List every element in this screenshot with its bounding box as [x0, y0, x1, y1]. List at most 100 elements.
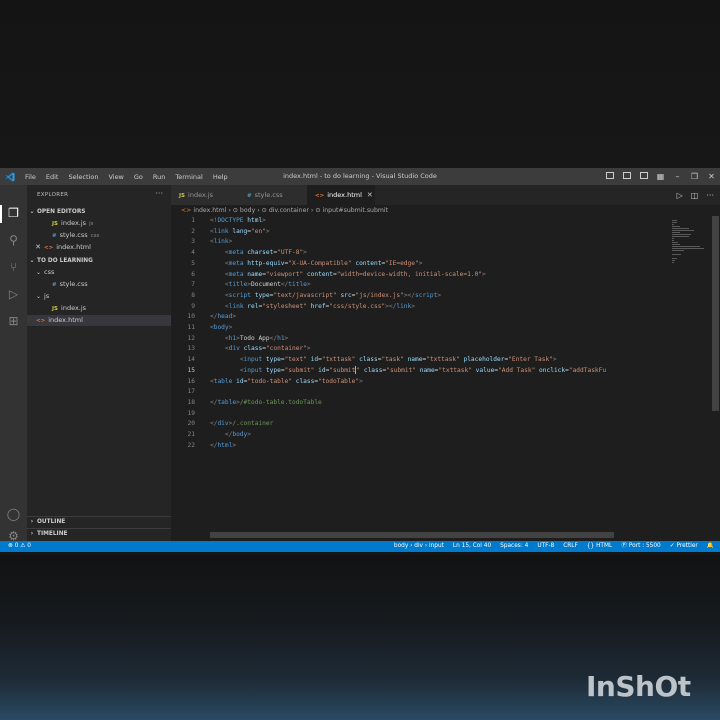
toggle-panel-icon[interactable] — [622, 172, 631, 181]
horizontal-scrollbar[interactable] — [210, 532, 614, 538]
status-item[interactable]: CRLF — [563, 541, 578, 552]
code-line: 2 <link lang="en"> — [171, 227, 669, 238]
run-debug-icon[interactable]: ▷ — [6, 287, 21, 302]
open-editor-item[interactable]: ✕ <> index.html — [27, 242, 171, 253]
toggle-secondary-sidebar-icon[interactable] — [639, 172, 648, 181]
editor-tabs: JS index.js # style.css <> index.html ✕ ▷ ◫ … — [171, 185, 720, 205]
menu-view[interactable]: View — [103, 173, 128, 181]
tab-index-html[interactable]: <> index.html ✕ — [307, 185, 375, 205]
menu-run[interactable]: Run — [148, 173, 170, 181]
css-file-icon: # — [52, 282, 57, 288]
line-text: <input type="submit" id="submit" class="… — [239, 365, 607, 374]
css-file-icon: # — [52, 233, 57, 239]
source-control-icon[interactable]: ⑂ — [6, 260, 21, 275]
code-line: 12 <h1>Todo App</h1> — [171, 334, 669, 345]
menu-terminal[interactable]: Terminal — [170, 173, 207, 181]
status-item[interactable]: {} HTML — [587, 541, 612, 552]
line-number: 5 — [191, 259, 195, 267]
status-item[interactable]: Ⓟ Port : 5500 — [621, 541, 661, 552]
vertical-scrollbar[interactable] — [711, 216, 720, 541]
code-line: 21 </body> — [171, 430, 669, 441]
outline-section[interactable]: › OUTLINE — [27, 516, 171, 528]
open-editors-section[interactable]: ⌄ OPEN EDITORS — [27, 206, 171, 217]
code-line: 9 <link rel="stylesheet" href="css/style… — [171, 302, 669, 313]
line-text: <link lang="en"> — [210, 227, 270, 235]
status-item[interactable]: Spaces: 4 — [500, 541, 528, 552]
close-tab-icon[interactable]: ✕ — [367, 191, 373, 199]
line-text: </head> — [210, 313, 237, 321]
minimap-line — [672, 258, 678, 259]
more-actions-icon[interactable]: ··· — [706, 191, 714, 200]
minimap-line — [672, 248, 704, 249]
tab-index-js[interactable]: JS index.js — [171, 185, 239, 205]
minimap-line — [672, 236, 689, 237]
run-icon[interactable]: ▷ — [677, 191, 683, 200]
timeline-section[interactable]: › TIMELINE — [27, 528, 171, 540]
minimize-icon[interactable]: – — [673, 172, 682, 181]
breadcrumb-item[interactable]: body — [240, 207, 255, 214]
scrollbar-thumb[interactable] — [712, 216, 719, 411]
minimap-line — [672, 240, 674, 241]
tab-style-css[interactable]: # style.css — [239, 185, 307, 205]
line-number: 12 — [187, 334, 195, 342]
minimap-line — [672, 226, 680, 227]
tab-label: index.js — [188, 191, 214, 199]
breadcrumb-item[interactable]: index.html — [193, 207, 226, 214]
window-controls: ▦ – ❐ ✕ — [605, 168, 716, 185]
line-number: 2 — [191, 227, 195, 235]
breadcrumb-item[interactable]: input#submit.submit — [323, 207, 389, 214]
code-line: 11 <body> — [171, 323, 669, 334]
file-index-html[interactable]: <> index.html — [27, 315, 171, 326]
status-item[interactable]: 🔔 — [707, 541, 714, 552]
extensions-icon[interactable]: ⊞ — [6, 314, 21, 329]
chevron-down-icon: ⌄ — [29, 257, 35, 264]
search-icon[interactable]: ⚲ — [6, 233, 21, 248]
minimap-line — [672, 260, 676, 261]
more-actions-icon[interactable]: ··· — [155, 189, 163, 198]
menu-help[interactable]: Help — [208, 173, 233, 181]
minimap-line — [672, 244, 681, 245]
code-line: 7 <title>Document</title> — [171, 280, 669, 291]
status-item[interactable]: Ln 15, Col 40 — [453, 541, 491, 552]
menu-edit[interactable]: Edit — [41, 173, 64, 181]
folder-css[interactable]: ⌄ css — [27, 267, 171, 278]
minimap-line — [672, 220, 677, 221]
element-icon: ⊙ — [232, 207, 238, 214]
close-icon[interactable]: ✕ — [707, 172, 716, 181]
section-label: TIMELINE — [37, 531, 68, 537]
code-editor[interactable]: 1 <!DOCTYPE html> 2 <link lang="en"> 3 <link>… — [171, 216, 669, 526]
status-item[interactable]: body › div › input — [394, 541, 444, 552]
explorer-icon[interactable]: ❐ — [6, 206, 21, 221]
accounts-icon[interactable]: ◯ — [6, 507, 21, 522]
problems-indicator[interactable]: ⊗ 0 ⚠ 0 — [8, 541, 31, 552]
folder-js[interactable]: ⌄ js — [27, 291, 171, 302]
menu-file[interactable]: File — [20, 173, 41, 181]
toggle-sidebar-icon[interactable] — [605, 172, 614, 181]
customize-layout-icon[interactable]: ▦ — [656, 172, 665, 181]
menu-go[interactable]: Go — [129, 173, 148, 181]
element-icon: ⊙ — [261, 207, 267, 214]
restore-icon[interactable]: ❐ — [690, 172, 699, 181]
open-editor-item[interactable]: JS index.js js — [27, 218, 171, 229]
line-number: 17 — [187, 388, 195, 396]
file-style-css[interactable]: # style.css — [27, 279, 171, 290]
open-editor-item[interactable]: # style.css css — [27, 230, 171, 241]
section-label: OUTLINE — [37, 519, 66, 525]
status-item[interactable]: UTF-8 — [537, 541, 554, 552]
line-number: 19 — [187, 409, 195, 417]
code-line: 14 <input type="text" id="txttask" class… — [171, 355, 669, 366]
breadcrumb-item[interactable]: div.container — [269, 207, 309, 214]
close-editor-icon[interactable]: ✕ — [27, 242, 41, 253]
workspace-section[interactable]: ⌄ TO DO LEARNING — [27, 255, 171, 266]
minimap-line — [672, 228, 690, 229]
minimap[interactable] — [669, 216, 711, 516]
split-editor-icon[interactable]: ◫ — [691, 191, 699, 200]
file-index-js[interactable]: JS index.js — [27, 303, 171, 314]
line-number: 22 — [187, 441, 195, 449]
menu-selection[interactable]: Selection — [63, 173, 103, 181]
minimap-line — [672, 254, 681, 255]
line-text: <!DOCTYPE html> — [210, 217, 266, 224]
line-number: 13 — [187, 345, 195, 353]
status-item[interactable]: ✓ Prettier — [670, 541, 698, 552]
line-text: <meta name="viewport" content="width=dev… — [224, 270, 486, 278]
